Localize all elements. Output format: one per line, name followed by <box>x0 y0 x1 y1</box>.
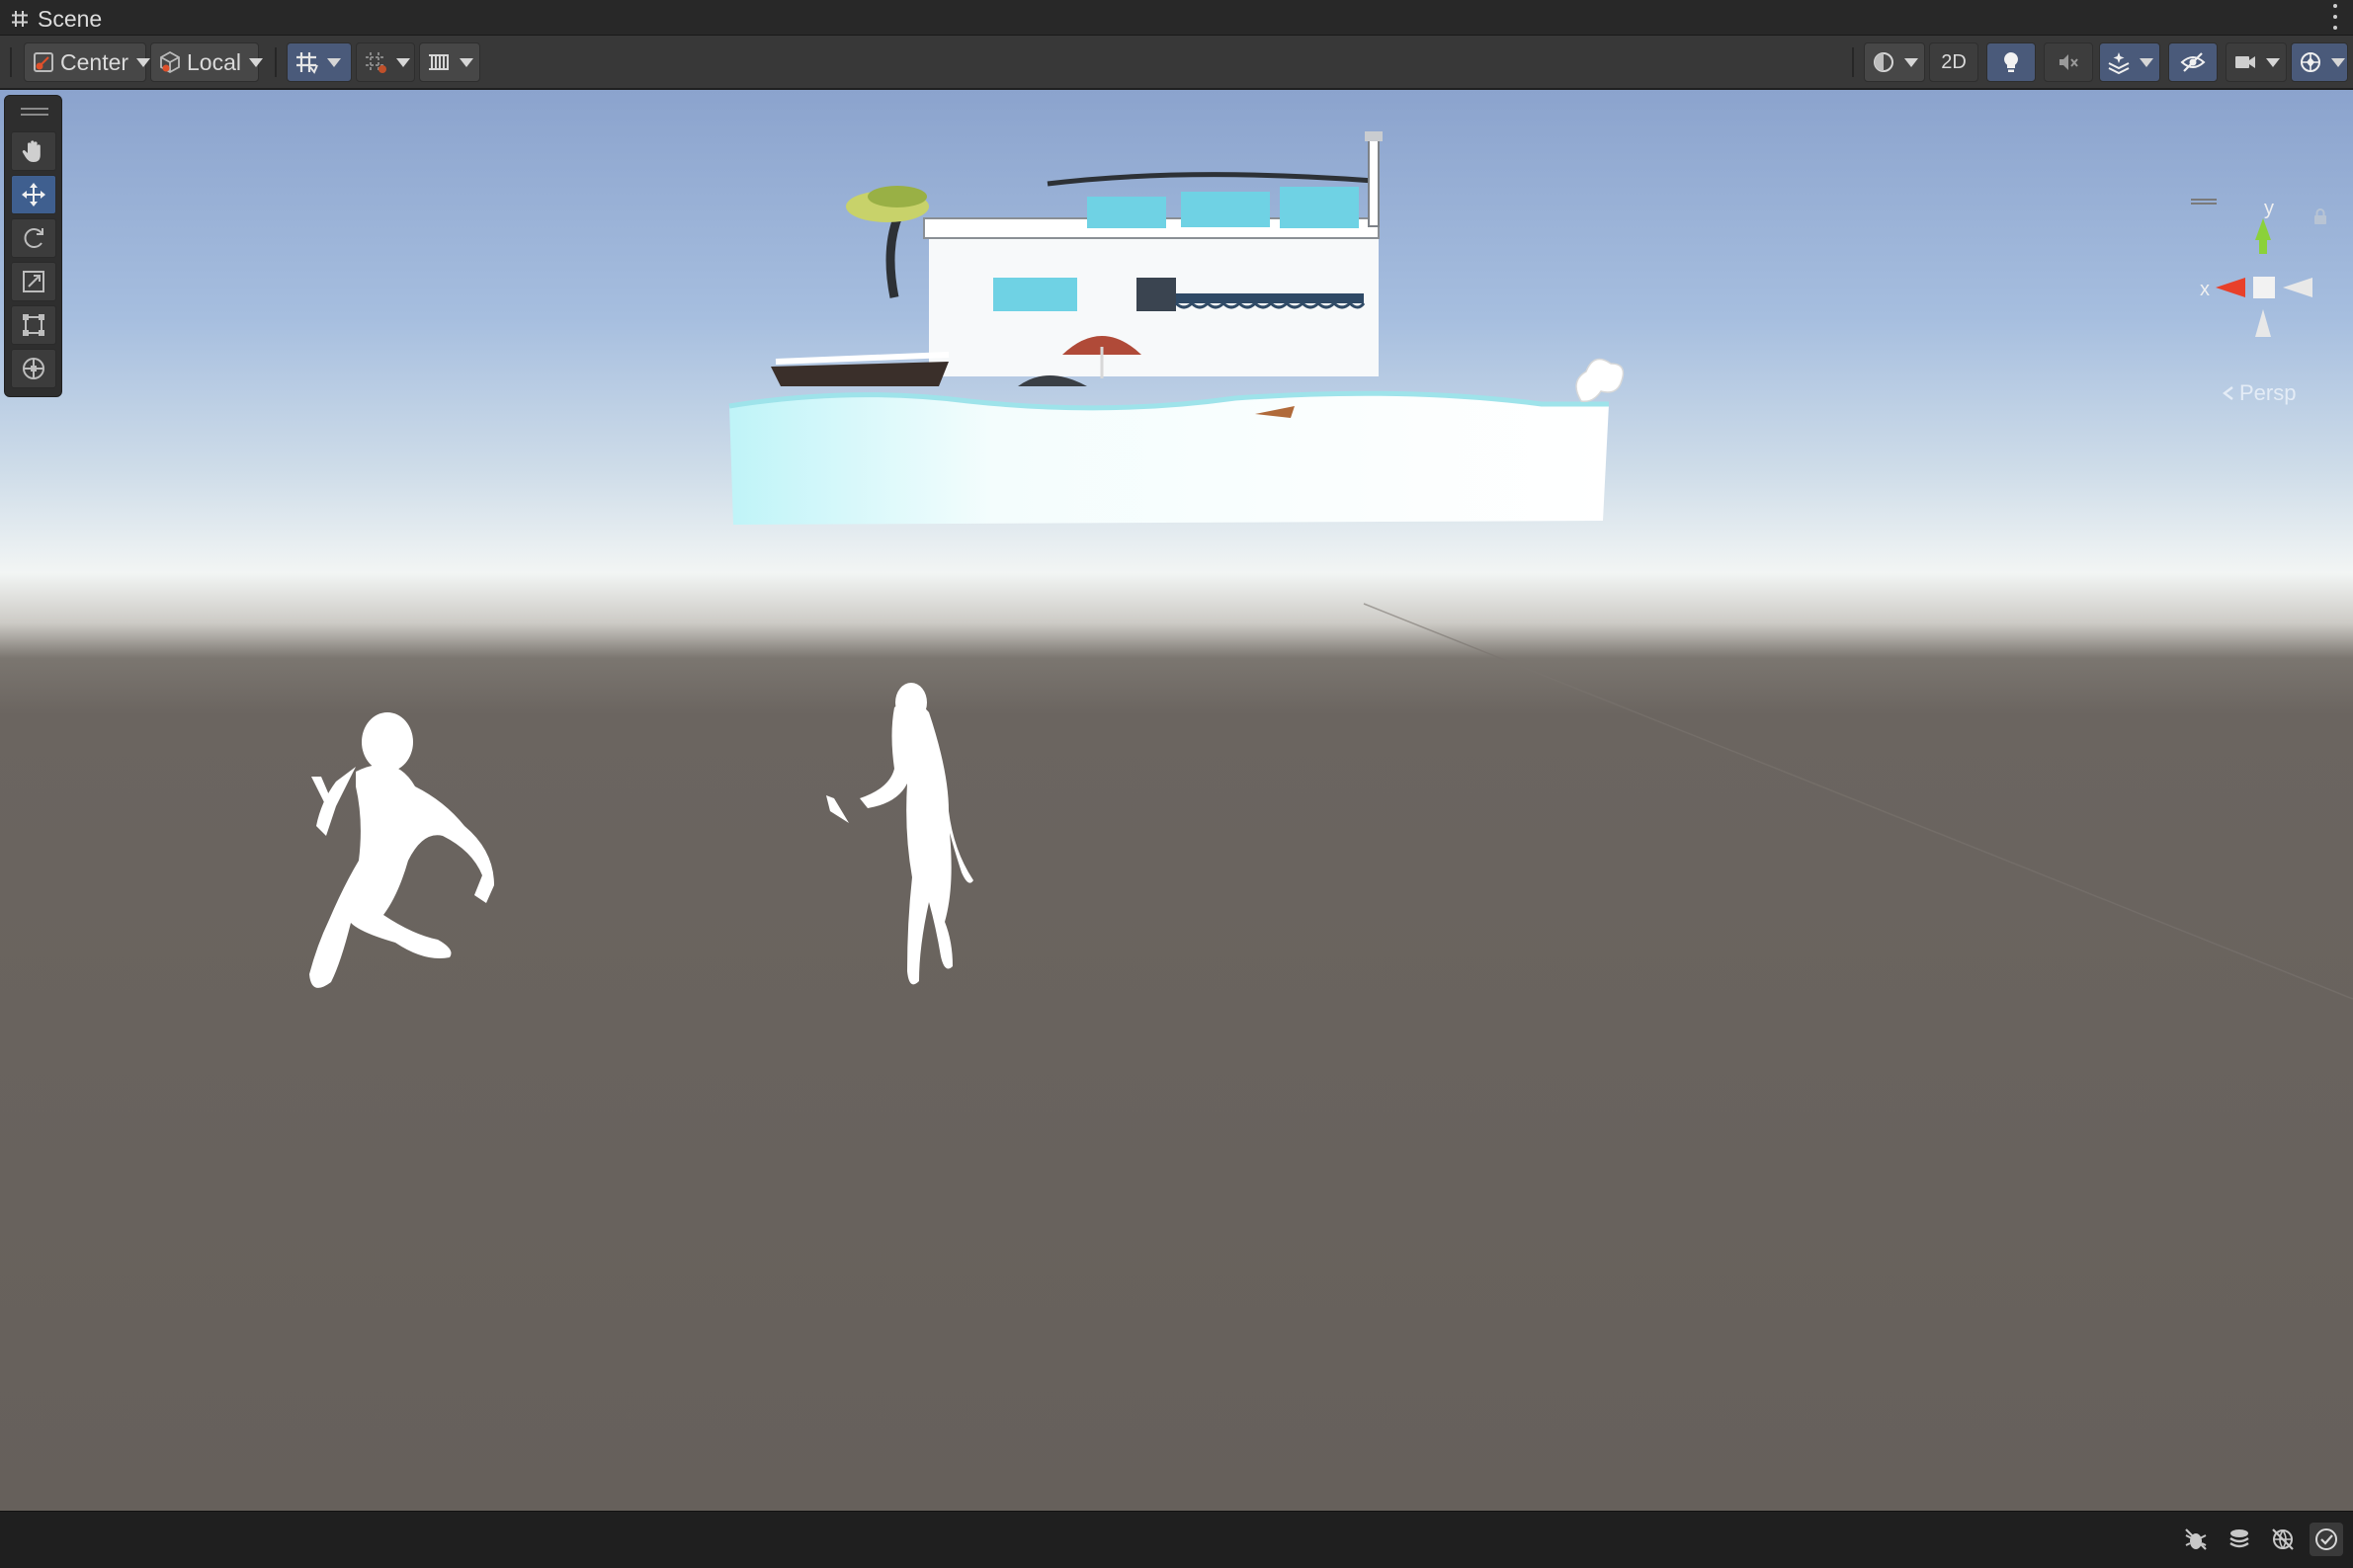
overlay-bar <box>0 1511 2353 1568</box>
pivot-mode-dropdown[interactable]: Center <box>24 42 151 82</box>
chevron-left-icon <box>2223 386 2233 400</box>
chevron-down-icon <box>248 57 263 67</box>
projection-toggle[interactable]: Persp <box>2220 380 2296 406</box>
rotate-icon <box>24 228 43 248</box>
chevron-down-icon <box>1904 57 1918 67</box>
rotate-tool[interactable] <box>11 218 56 258</box>
camera-icon <box>2235 56 2255 68</box>
x-axis-label: x <box>2200 279 2210 300</box>
2d-toggle[interactable]: 2D <box>1929 42 1978 82</box>
ruler-grid-icon <box>429 54 449 70</box>
hand-icon <box>22 140 41 162</box>
increment-snap-toggle[interactable] <box>356 42 415 82</box>
drag-handle-icon[interactable] <box>21 108 48 116</box>
effects-dropdown[interactable] <box>2099 42 2160 82</box>
check-circle-icon <box>2315 1528 2337 1550</box>
lighting-toggle[interactable] <box>1986 42 2036 82</box>
increment-snap-icon <box>366 52 386 73</box>
chevron-down-icon <box>2331 57 2345 67</box>
gizmos-dropdown[interactable] <box>2291 42 2348 82</box>
y-axis-label: y <box>2264 198 2274 219</box>
character-male <box>309 712 494 988</box>
view-tool[interactable] <box>11 131 56 171</box>
move-tool[interactable] <box>11 175 56 214</box>
ground-grid-line <box>1363 603 2353 1000</box>
overlay-check-toggle[interactable] <box>2310 1523 2343 1556</box>
scale-icon <box>23 271 44 292</box>
scene-visibility-toggle[interactable] <box>2266 1523 2300 1556</box>
transform-icon <box>23 358 44 379</box>
stack-icon <box>2229 1529 2249 1548</box>
eye-slash-icon <box>2180 52 2206 72</box>
shading-sphere-icon <box>1874 52 1893 72</box>
scene-render <box>309 131 2353 1000</box>
gizmo-globe-icon <box>2301 52 2320 72</box>
bug-slash-icon <box>2185 1528 2207 1550</box>
axis-gizmo[interactable]: y x <box>2186 189 2334 367</box>
grid-hash-icon <box>12 11 28 27</box>
transform-tool[interactable] <box>11 349 56 388</box>
chevron-down-icon <box>2140 57 2153 67</box>
scene-viewport[interactable]: y x Persp <box>0 90 2353 1511</box>
hidden-objects-toggle[interactable] <box>2168 42 2218 82</box>
scene-tab-label: Scene <box>38 5 103 32</box>
move-arrows-icon <box>22 183 45 206</box>
window-titlebar: Scene <box>0 0 2353 36</box>
grid-snap-icon <box>296 52 318 74</box>
pivot-space-label: Local <box>187 48 241 75</box>
toolbar-separator <box>275 47 277 77</box>
character-female <box>826 683 973 985</box>
vertex-snap-toggle[interactable] <box>419 42 480 82</box>
pivot-space-dropdown[interactable]: Local <box>150 42 263 82</box>
toolbar-separator <box>10 47 12 77</box>
chevron-down-icon[interactable] <box>460 57 473 67</box>
layers-sparkle-icon <box>2108 52 2130 75</box>
chevron-down-icon[interactable] <box>396 57 410 67</box>
scene-toolbar: Center Local 2D <box>0 36 2353 89</box>
audio-toggle[interactable] <box>2044 42 2093 82</box>
2d-label: 2D <box>1941 50 1967 73</box>
floating-house-island <box>728 131 1625 525</box>
speaker-muted-icon <box>2059 54 2078 70</box>
kebab-menu-icon[interactable] <box>2331 4 2339 30</box>
draw-mode-dropdown[interactable] <box>1864 42 1925 82</box>
debug-overlay-toggle[interactable] <box>2179 1523 2213 1556</box>
scene-tab[interactable]: Scene <box>10 4 102 34</box>
layers-overlay-toggle[interactable] <box>2223 1523 2256 1556</box>
chevron-down-icon <box>2266 57 2280 67</box>
chevron-down-icon <box>136 57 151 67</box>
orientation-gizmo[interactable]: y x Persp <box>2186 189 2334 406</box>
toolbar-separator <box>1852 47 1854 77</box>
projection-label: Persp <box>2239 380 2297 405</box>
chevron-down-icon[interactable] <box>327 57 341 67</box>
pivot-icon <box>34 52 53 72</box>
lightbulb-icon <box>2004 52 2018 72</box>
scale-tool[interactable] <box>11 262 56 301</box>
tools-overlay <box>4 95 62 397</box>
globe-slash-icon <box>2272 1528 2294 1550</box>
camera-dropdown[interactable] <box>2226 42 2287 82</box>
pivot-mode-label: Center <box>60 48 129 75</box>
local-cube-icon <box>160 50 180 74</box>
rect-transform-icon <box>23 314 44 336</box>
grid-snap-toggle[interactable] <box>287 42 352 82</box>
rect-tool[interactable] <box>11 305 56 345</box>
